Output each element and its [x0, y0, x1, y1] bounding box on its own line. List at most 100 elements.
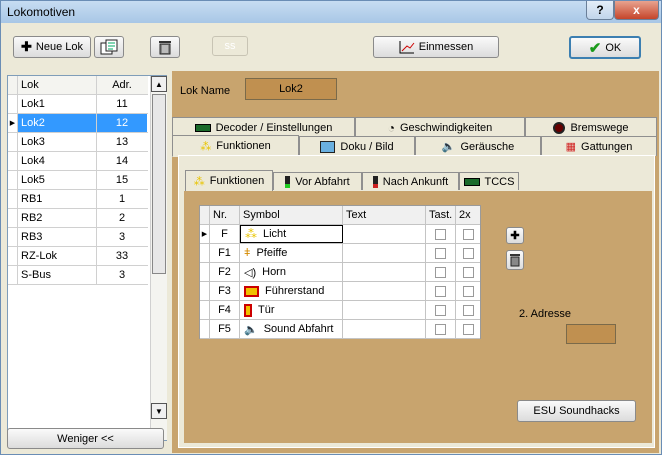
less-button[interactable]: Weniger << [7, 428, 164, 449]
tab-brake[interactable]: Bremswege [525, 117, 657, 137]
loco-name-field[interactable]: Lok2 [245, 78, 337, 100]
esu-soundhacks-button[interactable]: ESU Soundhacks [517, 400, 636, 422]
list-item[interactable]: Lok5 15 [8, 171, 148, 190]
row-indicator [8, 266, 18, 284]
table-row[interactable]: F2 ◁) Horn [200, 263, 480, 282]
tab-docs[interactable]: Doku / Bild [299, 136, 415, 156]
add-function-button[interactable]: ✚ [506, 227, 524, 244]
function-symbol[interactable]: ◁) Horn [240, 263, 343, 281]
function-symbol[interactable]: Führerstand [240, 282, 343, 300]
row-indicator: ▶ [200, 225, 210, 243]
title-bar[interactable]: Lokomotiven ? x [1, 1, 661, 23]
double-checkbox[interactable] [456, 320, 480, 338]
new-loco-button[interactable]: ✚ Neue Lok [13, 36, 91, 58]
loco-name-label: Lok Name [180, 85, 231, 97]
list-item[interactable]: S-Bus 3 [8, 266, 148, 285]
function-text[interactable] [343, 301, 426, 319]
list-item[interactable]: Lok1 11 [8, 95, 148, 114]
double-checkbox[interactable] [456, 282, 480, 300]
double-checkbox[interactable] [456, 301, 480, 319]
function-symbol[interactable]: Tür [240, 301, 343, 319]
function-text[interactable] [343, 282, 426, 300]
tab-sounds[interactable]: 🔈 Geräusche [415, 136, 541, 156]
brake-icon [553, 121, 566, 134]
function-text[interactable] [343, 320, 426, 338]
delete-function-button[interactable] [506, 250, 524, 270]
loco-name: RB2 [18, 209, 97, 227]
disabled-button[interactable]: ss [212, 36, 248, 56]
table-row[interactable]: F4 Tür [200, 301, 480, 320]
tast-checkbox[interactable] [426, 244, 456, 262]
trash-icon [159, 41, 171, 55]
tab-speeds[interactable]: ◔ Geschwindigkeiten [355, 117, 525, 137]
list-item[interactable]: RB3 3 [8, 228, 148, 247]
category-icon: ▦ [565, 141, 577, 153]
row-indicator: ▶ [8, 114, 18, 132]
subtab-after-arrival[interactable]: Nach Ankunft [362, 172, 459, 190]
functions-table[interactable]: Nr. Symbol Text Tast. 2x ▶ F ⁂ Licht F1 ǂ Pfei… [199, 205, 481, 339]
signal-red-icon [372, 175, 378, 188]
list-item[interactable]: RZ-Lok 33 [8, 247, 148, 266]
tab-functions[interactable]: ⁂ Funktionen [172, 135, 299, 157]
scroll-up-icon[interactable]: ▲ [151, 76, 167, 92]
table-row[interactable]: F3 Führerstand [200, 282, 480, 301]
list-item[interactable]: Lok4 14 [8, 152, 148, 171]
light-icon: ⁂ [193, 175, 205, 188]
loco-list[interactable]: Lok Adr. Lok1 11 ▶ Lok2 12 Lok3 13 Lok4 14 Lok5 15… [7, 75, 167, 441]
scroll-down-icon[interactable]: ▼ [151, 403, 167, 419]
list-item[interactable]: Lok3 13 [8, 133, 148, 152]
table-row[interactable]: F1 ǂ Pfeiffe [200, 244, 480, 263]
ok-button[interactable]: ✔ OK [569, 36, 641, 59]
function-text[interactable] [343, 244, 426, 262]
double-checkbox[interactable] [456, 225, 480, 243]
table-row[interactable]: F5 🔈 Sound Abfahrt [200, 320, 480, 339]
loco-name: Lok5 [18, 171, 97, 189]
subtab-before-departure[interactable]: Vor Abfahrt [273, 172, 362, 190]
row-indicator [8, 171, 18, 189]
double-checkbox[interactable] [456, 263, 480, 281]
delete-button[interactable] [150, 36, 180, 58]
double-checkbox[interactable] [456, 244, 480, 262]
row-indicator [200, 282, 210, 300]
subtab-tccs[interactable]: TCCS [459, 172, 519, 190]
tab-decoder[interactable]: Decoder / Einstellungen [172, 117, 355, 137]
copy-button[interactable] [94, 36, 124, 58]
help-button[interactable]: ? [586, 1, 614, 20]
tast-checkbox[interactable] [426, 301, 456, 319]
copy-icon [100, 39, 118, 55]
list-item[interactable]: RB1 1 [8, 190, 148, 209]
close-button[interactable]: x [614, 1, 659, 20]
calibrate-button[interactable]: Einmessen [373, 36, 499, 58]
tast-checkbox[interactable] [426, 282, 456, 300]
scroll-thumb[interactable] [152, 94, 166, 274]
loco-address: 13 [115, 136, 129, 148]
function-text[interactable] [343, 225, 426, 243]
second-address-field[interactable] [566, 324, 616, 344]
header-lok[interactable]: Lok [18, 76, 97, 94]
tast-checkbox[interactable] [426, 263, 456, 281]
header-text: Text [343, 206, 426, 224]
table-row[interactable]: ▶ F ⁂ Licht [200, 225, 480, 244]
light-icon: ⁂ [245, 227, 257, 241]
row-indicator [8, 95, 18, 113]
list-header: Lok Adr. [8, 76, 148, 95]
function-symbol[interactable]: ⁂ Licht [240, 225, 343, 243]
list-item[interactable]: RB2 2 [8, 209, 148, 228]
loco-name: RZ-Lok [18, 247, 97, 265]
loco-name: Lok2 [18, 114, 97, 132]
tast-checkbox[interactable] [426, 320, 456, 338]
function-text[interactable] [343, 263, 426, 281]
function-symbol[interactable]: 🔈 Sound Abfahrt [240, 320, 343, 338]
tast-checkbox[interactable] [426, 225, 456, 243]
row-indicator [8, 190, 18, 208]
tab-types[interactable]: ▦ Gattungen [541, 136, 657, 156]
header-addr[interactable]: Adr. [97, 79, 147, 91]
loco-name: Lok3 [18, 133, 97, 151]
subtab-functions[interactable]: ⁂ Funktionen [185, 170, 273, 192]
function-symbol[interactable]: ǂ Pfeiffe [240, 244, 343, 262]
light-icon: ⁂ [200, 140, 212, 153]
list-scrollbar[interactable]: ▲ ▼ [150, 76, 167, 440]
list-item[interactable]: ▶ Lok2 12 [8, 114, 148, 133]
speaker-icon: 🔈 [244, 323, 258, 336]
function-nr: F2 [210, 263, 240, 281]
